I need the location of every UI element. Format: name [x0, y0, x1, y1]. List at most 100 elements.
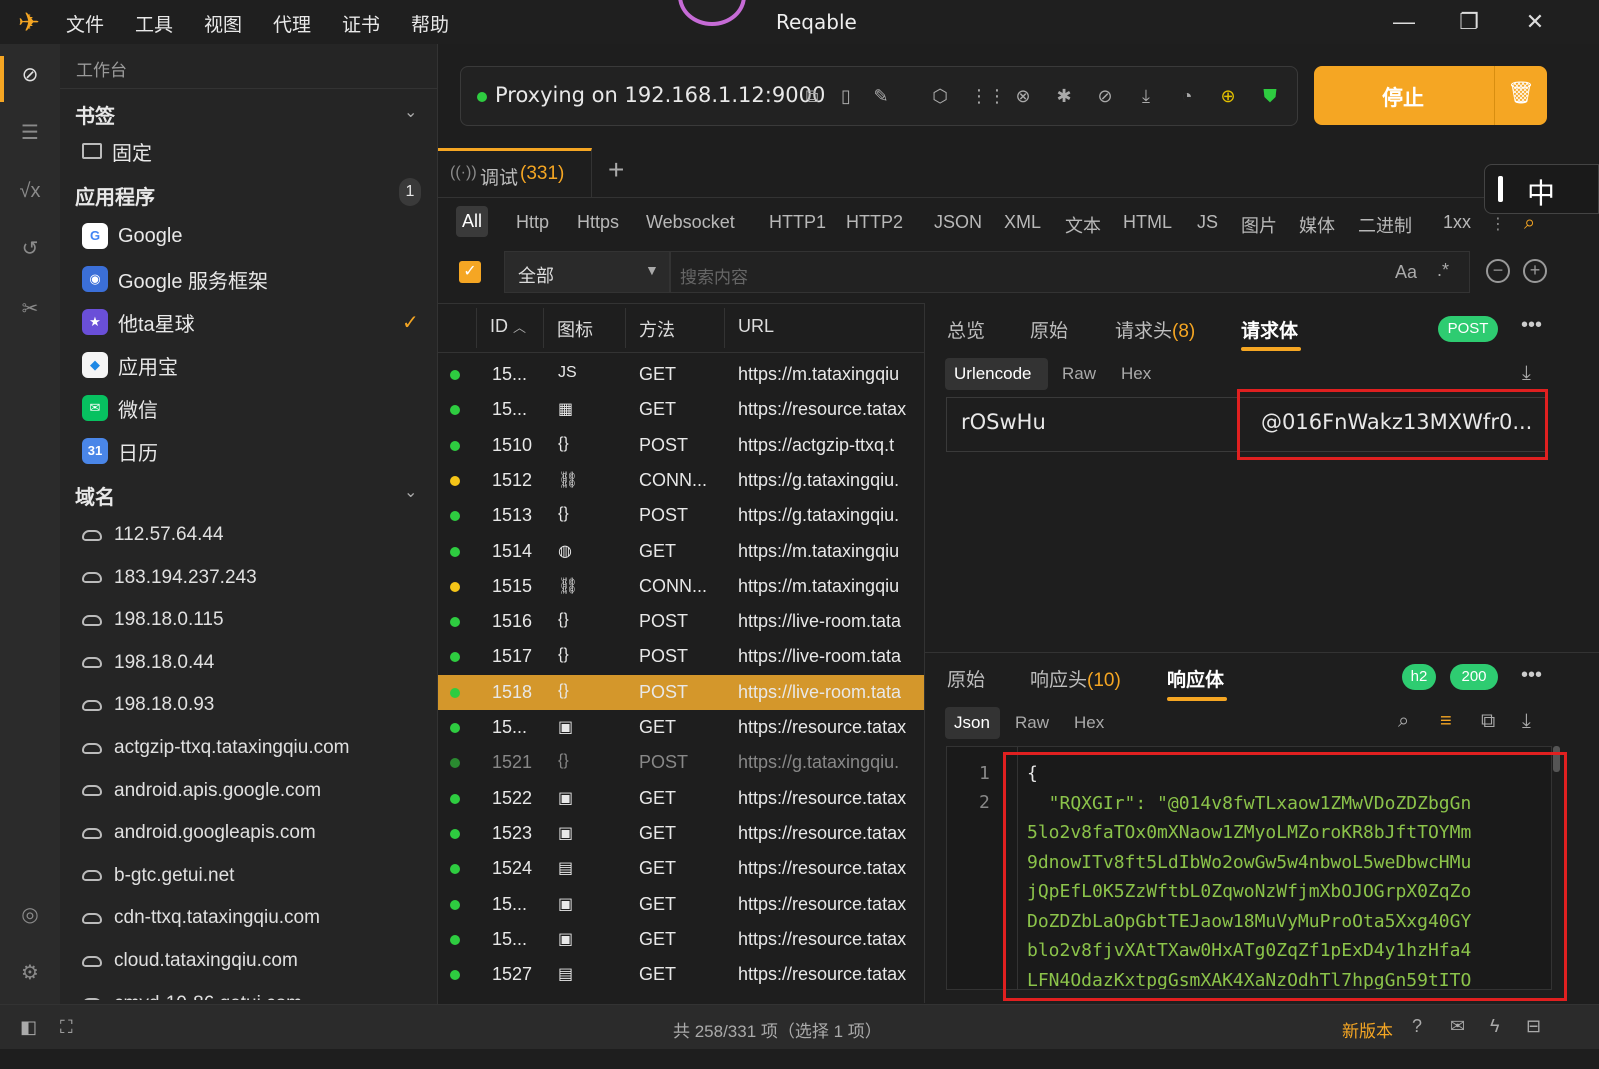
request-tab[interactable]: 原始: [1030, 316, 1068, 343]
domain-item[interactable]: cloud.tataxingqiu.com: [82, 950, 298, 972]
response-tab[interactable]: 原始: [947, 665, 985, 692]
column-icon[interactable]: 图标: [557, 316, 593, 342]
copy-icon[interactable]: ⧉: [800, 84, 824, 108]
add-tab-button[interactable]: +: [608, 154, 624, 186]
filter-文本[interactable]: 文本: [1065, 212, 1101, 238]
app-item[interactable]: ◆ 应用宝: [82, 345, 178, 385]
debug-icon[interactable]: ✱: [1052, 84, 1076, 108]
request-tab[interactable]: 总览: [947, 316, 985, 343]
domain-item[interactable]: android.googleapis.com: [82, 822, 316, 844]
table-row[interactable]: 1518 {} POST https://live-room.tata: [438, 674, 924, 710]
filter-more-icon[interactable]: ⋮: [1490, 214, 1506, 234]
download-icon[interactable]: ⤓: [1522, 362, 1531, 385]
filter-二进制[interactable]: 二进制: [1358, 212, 1412, 238]
filter-websocket[interactable]: Websocket: [646, 212, 735, 233]
filter-search-icon[interactable]: ⌕: [1524, 212, 1535, 235]
table-row[interactable]: 1527 ▤ GET https://resource.tatax: [438, 957, 924, 992]
table-row[interactable]: 15... ▣ GET https://resource.tatax: [438, 710, 924, 745]
new-version-link[interactable]: 新版本: [1342, 1017, 1393, 1042]
apps-header[interactable]: 应用程序: [75, 181, 155, 210]
response-more-icon[interactable]: •••: [1521, 664, 1542, 687]
domain-item[interactable]: 198.18.0.44: [82, 652, 214, 674]
table-row[interactable]: 1514 ◍ GET https://m.tataxingqiu: [438, 534, 924, 569]
global-proxy-icon[interactable]: ⊕: [1216, 84, 1240, 108]
table-row[interactable]: 1524 ▤ GET https://resource.tatax: [438, 851, 924, 886]
menu-tools[interactable]: 工具: [135, 10, 173, 37]
menu-file[interactable]: 文件: [66, 10, 104, 37]
filter-js[interactable]: JS: [1197, 212, 1218, 233]
filter-https[interactable]: Https: [577, 212, 619, 233]
ssl-icon[interactable]: ⬡: [928, 84, 952, 108]
request-tab[interactable]: 请求头(8): [1115, 316, 1195, 343]
account-icon[interactable]: ◎: [15, 900, 45, 930]
menu-view[interactable]: 视图: [204, 10, 242, 37]
form-value[interactable]: @016FnWakz13MXWfr0...: [1261, 410, 1532, 434]
layout-icon[interactable]: ⊟: [1526, 1016, 1541, 1037]
domains-header[interactable]: 域名: [75, 481, 115, 510]
table-row[interactable]: 1517 {} POST https://live-room.tata: [438, 639, 924, 674]
column-method[interactable]: 方法: [639, 316, 675, 342]
filter-http[interactable]: Http: [516, 212, 549, 233]
help-icon[interactable]: ?: [1412, 1016, 1422, 1037]
chevron-down-icon[interactable]: ⌄: [404, 102, 417, 122]
table-row[interactable]: 1523 ▣ GET https://resource.tatax: [438, 816, 924, 851]
tab-debug[interactable]: ((·)) 调试 (331): [438, 148, 592, 198]
copy-icon[interactable]: ⧉: [1481, 710, 1495, 733]
filter-xml[interactable]: XML: [1004, 212, 1041, 233]
minimize-icon[interactable]: —: [1389, 8, 1419, 36]
table-row[interactable]: 1513 {} POST https://g.tataxingqiu.: [438, 498, 924, 533]
domain-item[interactable]: 198.18.0.115: [82, 609, 224, 631]
domain-item[interactable]: 198.18.0.93: [82, 694, 214, 716]
request-tab[interactable]: 请求体: [1241, 316, 1298, 343]
domain-item[interactable]: android.apis.google.com: [82, 780, 321, 802]
workbench-icon[interactable]: ⊘: [15, 60, 45, 90]
table-row[interactable]: 1512 ⛓ CONN... https://g.tataxingqiu.: [438, 463, 924, 498]
filter-http2[interactable]: HTTP2: [846, 212, 903, 233]
feedback-icon[interactable]: ✉: [1450, 1016, 1465, 1037]
app-item[interactable]: 31 日历: [82, 431, 158, 471]
api-test-icon[interactable]: √x: [15, 176, 45, 206]
sidebar-toggle-icon[interactable]: ◧: [20, 1017, 37, 1038]
domain-item[interactable]: cmyd-10-86.getui.com: [82, 993, 302, 1000]
close-icon[interactable]: ✕: [1520, 8, 1550, 36]
case-sensitive-toggle[interactable]: Aa: [1395, 262, 1417, 283]
form-key[interactable]: rOSwHu: [961, 410, 1046, 434]
response-tab[interactable]: 响应头(10): [1030, 665, 1121, 692]
lightning-icon[interactable]: ϟ: [1490, 1016, 1500, 1037]
table-row[interactable]: 1510 {} POST https://actgzip-ttxq.t: [438, 428, 924, 463]
select-all-checkbox[interactable]: ✓: [459, 261, 481, 283]
history-icon[interactable]: ↺: [15, 234, 45, 264]
app-item[interactable]: ✉ 微信: [82, 388, 158, 428]
menu-help[interactable]: 帮助: [411, 10, 449, 37]
filter-all[interactable]: All: [456, 206, 489, 237]
filter-1xx[interactable]: 1xx: [1443, 212, 1471, 233]
search-input[interactable]: 搜索内容 Aa .*: [670, 251, 1470, 293]
settings-icon[interactable]: ⚙: [15, 958, 45, 988]
domain-item[interactable]: cdn-ttxq.tataxingqiu.com: [82, 907, 320, 929]
domain-item[interactable]: b-gtc.getui.net: [82, 865, 234, 887]
regex-toggle[interactable]: .*: [1437, 260, 1449, 281]
trash-icon[interactable]: 🗑: [1507, 80, 1535, 106]
block-icon[interactable]: ⊗: [1011, 84, 1035, 108]
response-subtab-hex[interactable]: Hex: [1074, 713, 1104, 733]
table-row[interactable]: 15... ▦ GET https://resource.tatax: [438, 392, 924, 427]
bookmarks-header[interactable]: 书签: [75, 100, 115, 129]
menu-proxy[interactable]: 代理: [273, 10, 311, 37]
breakpoint-icon[interactable]: ⋮⋮: [970, 84, 1006, 108]
app-item[interactable]: ◉ Google 服务框架: [82, 259, 268, 299]
table-row[interactable]: 15... ▣ GET https://resource.tatax: [438, 922, 924, 957]
table-row[interactable]: 1516 {} POST https://live-room.tata: [438, 604, 924, 639]
stop-button[interactable]: 停止 🗑: [1314, 66, 1547, 125]
shield-icon[interactable]: ⛊: [1258, 84, 1282, 108]
request-more-icon[interactable]: •••: [1521, 314, 1542, 337]
download-icon[interactable]: ⤓: [1522, 710, 1531, 733]
mobile-icon[interactable]: ▯: [834, 84, 858, 108]
app-item[interactable]: ★ 他ta星球 ✓: [82, 302, 419, 342]
response-tab[interactable]: 响应体: [1167, 665, 1224, 692]
search-icon[interactable]: ⌕: [1398, 710, 1409, 733]
response-subtab-raw[interactable]: Raw: [1015, 713, 1049, 733]
expand-icon[interactable]: +: [1523, 259, 1547, 283]
ime-indicator[interactable]: 中: [1484, 164, 1599, 214]
throttle-icon[interactable]: ◔: [1175, 84, 1199, 108]
request-subtab-hex[interactable]: Hex: [1121, 364, 1151, 384]
